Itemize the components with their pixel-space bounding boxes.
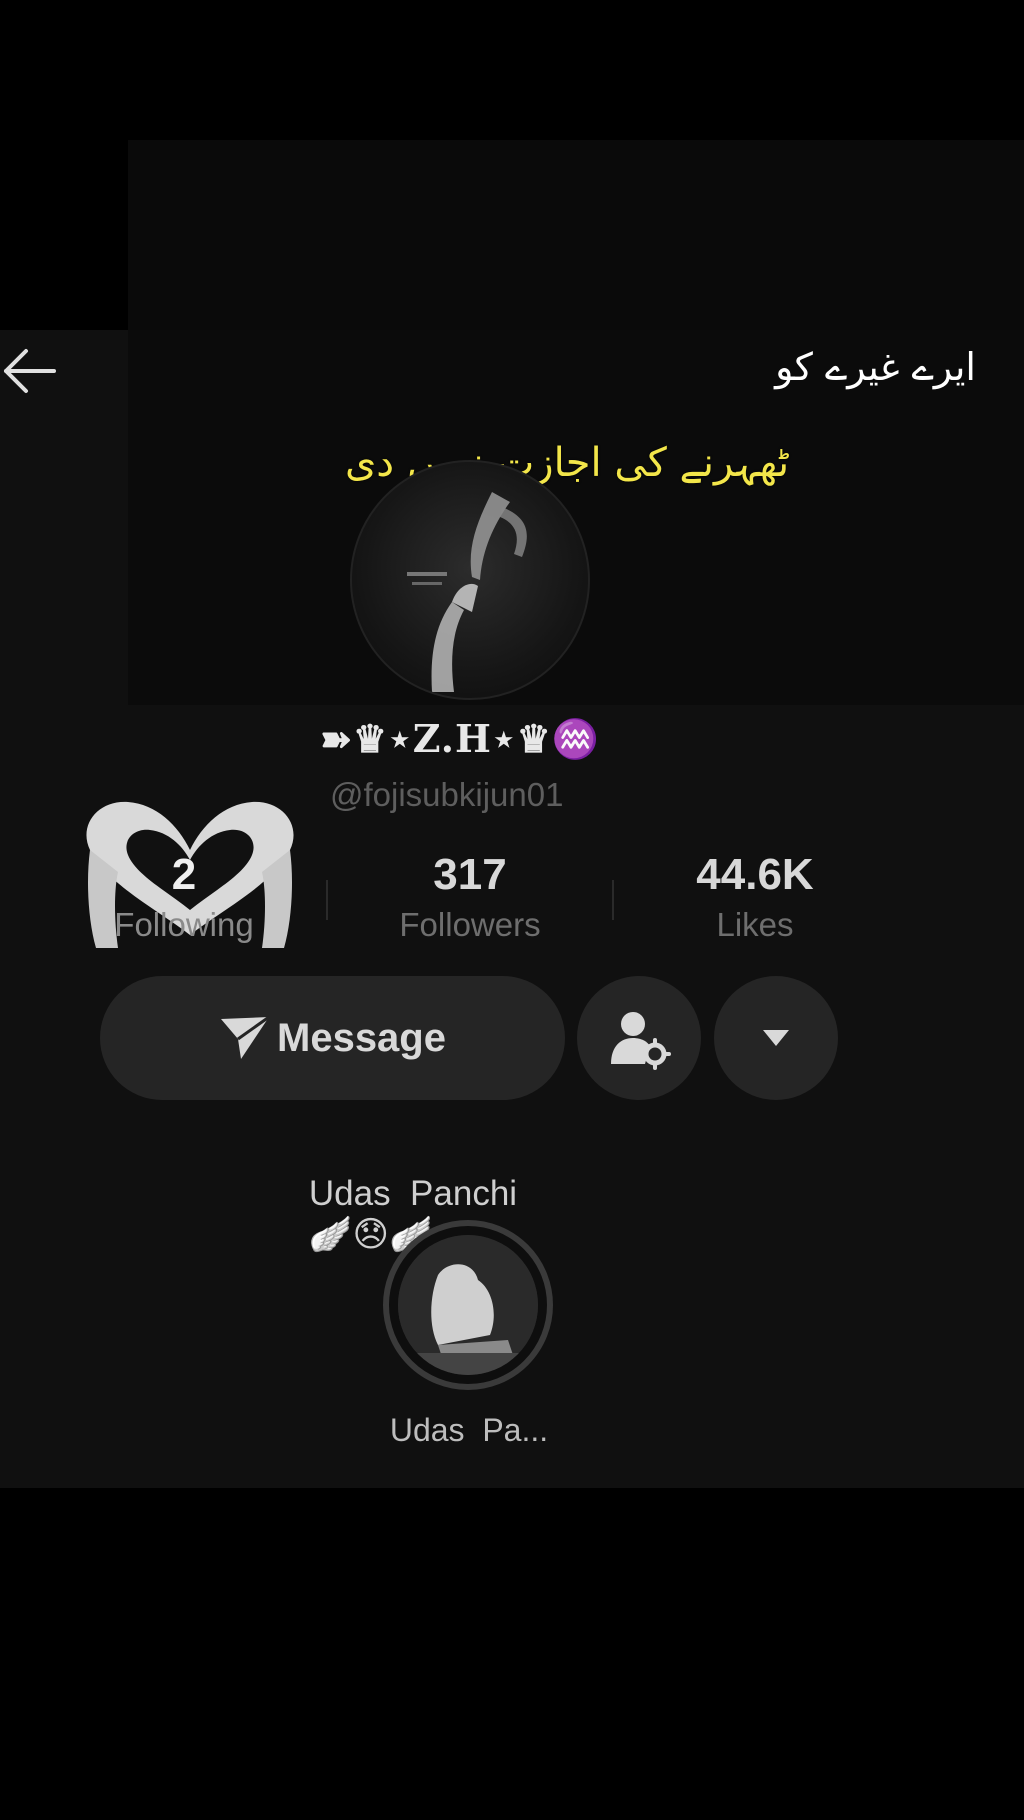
- following-label: Following: [114, 906, 254, 943]
- bio-text: Udas Panchi: [308, 1174, 518, 1213]
- person-gear-icon: [611, 1012, 671, 1070]
- message-button[interactable]: Message: [100, 976, 565, 1100]
- likes-label: Likes: [716, 906, 794, 943]
- highlight-label: Udas Pa...: [389, 1412, 549, 1448]
- back-arrow-icon[interactable]: [0, 342, 58, 400]
- profile-avatar[interactable]: [350, 460, 590, 700]
- more-options-dropdown-button[interactable]: [714, 976, 838, 1100]
- stat-divider: [612, 880, 614, 920]
- following-count: 2: [171, 850, 197, 899]
- overlay-text-1: ایرے غیرے کو: [775, 345, 976, 389]
- avatar-image: [407, 492, 527, 692]
- highlight-image: [398, 1235, 538, 1375]
- stat-following[interactable]: 2 Following: [74, 850, 294, 944]
- overlay-text-line1: ایرے غیرے کو: [775, 345, 976, 389]
- likes-count: 44.6K: [696, 850, 814, 899]
- highlight-thumbnail: [398, 1235, 538, 1375]
- stat-followers[interactable]: 317 Followers: [360, 850, 580, 944]
- followers-count: 317: [433, 850, 507, 899]
- stat-likes[interactable]: 44.6K Likes: [645, 850, 865, 944]
- tiktok-profile-screen: ایرے غیرے کو ٹھہرنے کی اجازت نہیں دی ➽♛⋆…: [0, 0, 1024, 1820]
- story-highlight[interactable]: [383, 1220, 553, 1390]
- stat-divider: [326, 880, 328, 920]
- username: @fojisubkijun01: [330, 776, 564, 813]
- caret-down-icon: [763, 1030, 789, 1046]
- message-button-label: Message: [277, 1015, 446, 1060]
- followers-label: Followers: [399, 906, 541, 943]
- add-friend-settings-button[interactable]: [577, 976, 701, 1100]
- send-icon: [221, 1015, 270, 1059]
- display-name: ➽♛⋆Z.H⋆♛♒: [320, 716, 601, 761]
